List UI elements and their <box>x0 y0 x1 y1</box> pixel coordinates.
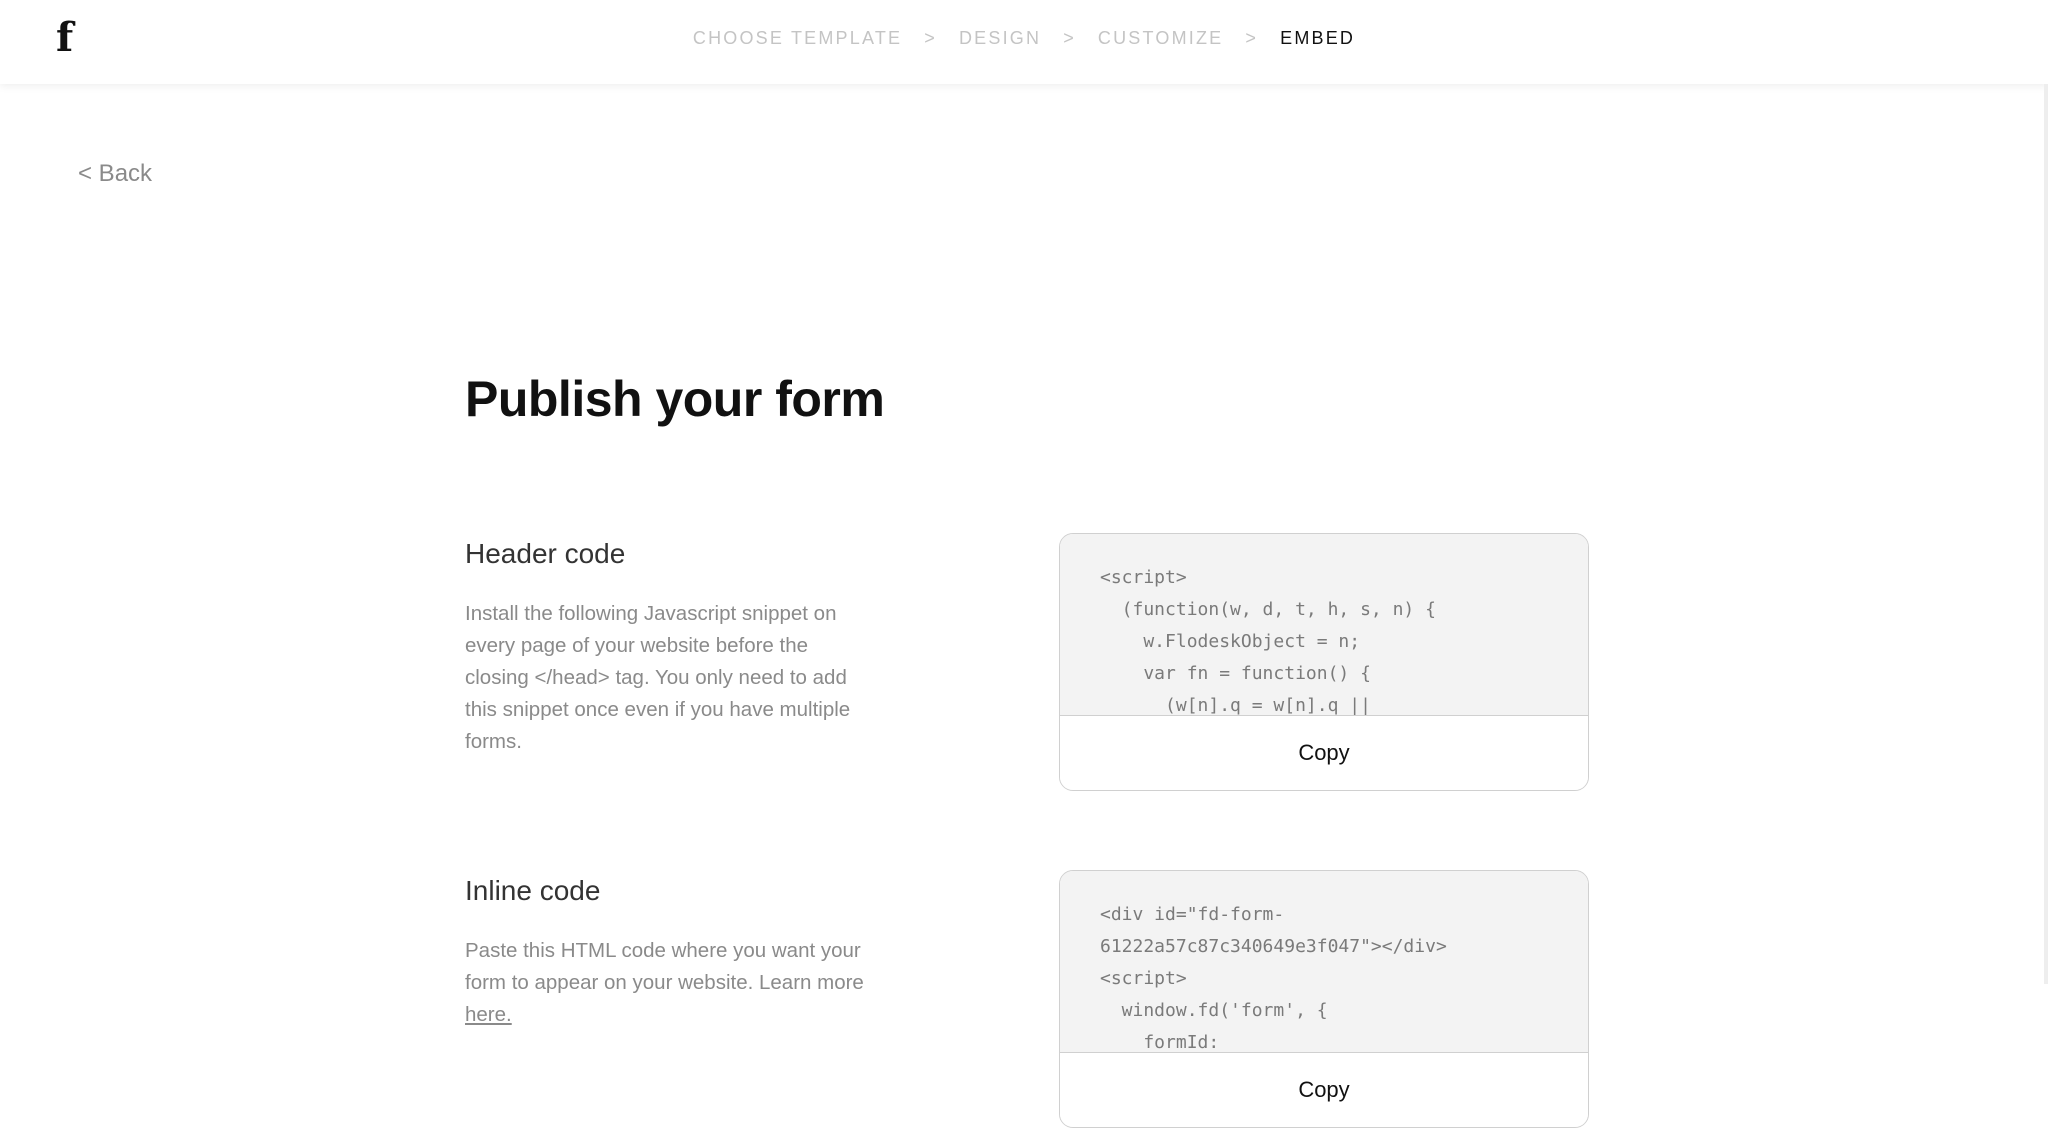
inline-code-snippet-area[interactable]: <div id="fd-form- 61222a57c87c340649e3f0… <box>1060 871 1588 1053</box>
scrollbar[interactable] <box>2044 84 2048 984</box>
page-title: Publish your form <box>465 371 885 427</box>
header-code-snippet[interactable]: <script> (function(w, d, t, h, s, n) { w… <box>1100 562 1588 715</box>
step-design[interactable]: DESIGN <box>959 26 1041 50</box>
step-separator: > <box>1063 28 1076 48</box>
header-code-description: Install the following Javascript snippet… <box>465 602 851 753</box>
header-code-title: Header code <box>465 538 626 569</box>
header-code-snippet-area[interactable]: <script> (function(w, d, t, h, s, n) { w… <box>1060 534 1588 716</box>
inline-code-description: Paste this HTML code where you want your… <box>465 935 865 1031</box>
top-bar: f CHOOSE TEMPLATE > DESIGN > CUSTOMIZE > EMBED <box>0 0 2048 84</box>
step-choose-template[interactable]: CHOOSE TEMPLATE <box>693 26 902 50</box>
step-separator: > <box>924 28 937 48</box>
step-breadcrumb: CHOOSE TEMPLATE > DESIGN > CUSTOMIZE > EMBED <box>0 26 2048 50</box>
inline-code-title: Inline code <box>465 875 601 906</box>
step-customize[interactable]: CUSTOMIZE <box>1098 26 1223 50</box>
header-code-copy-button[interactable]: Copy <box>1060 716 1588 788</box>
inline-code-description-text: Paste this HTML code where you want your… <box>465 939 864 994</box>
step-separator: > <box>1245 28 1259 48</box>
back-link[interactable]: < Back <box>78 160 152 188</box>
learn-more-link[interactable]: here. <box>465 1003 512 1026</box>
header-code-box: <script> (function(w, d, t, h, s, n) { w… <box>1059 533 1589 791</box>
inline-code-box: <div id="fd-form- 61222a57c87c340649e3f0… <box>1059 870 1589 1128</box>
step-embed[interactable]: EMBED <box>1280 26 1355 50</box>
inline-code-snippet[interactable]: <div id="fd-form- 61222a57c87c340649e3f0… <box>1100 899 1588 1052</box>
inline-code-copy-button[interactable]: Copy <box>1060 1053 1588 1125</box>
